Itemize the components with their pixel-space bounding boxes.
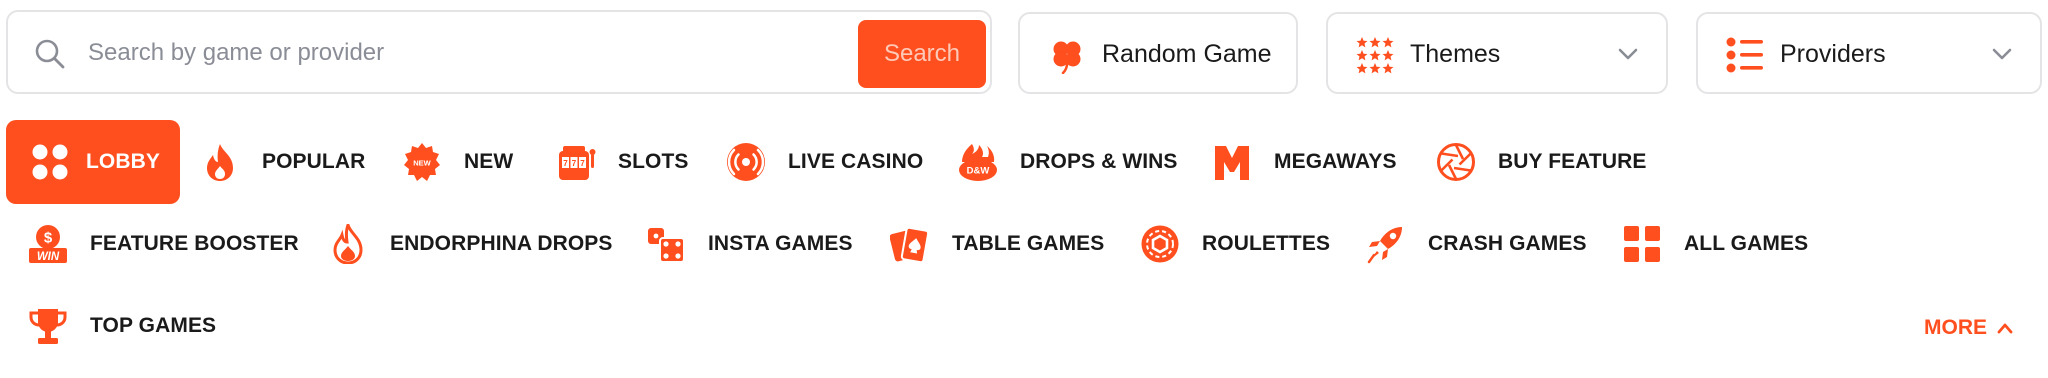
drops-wins-icon: D&W [959, 144, 997, 181]
fire-drop-icon [333, 224, 363, 264]
top-bar: Search Random Game Themes [6, 10, 2042, 96]
random-game-button[interactable]: Random Game [1018, 12, 1298, 94]
nav-item-roulettes[interactable]: ROULETTES [1140, 202, 1330, 286]
dice-icon [648, 228, 685, 263]
themes-dropdown[interactable]: Themes [1326, 12, 1668, 94]
nav-label: ENDORPHINA DROPS [390, 232, 613, 255]
providers-label: Providers [1780, 40, 1886, 68]
svg-text:7: 7 [563, 159, 568, 168]
nav-item-buy-feature[interactable]: BUY FEATURE [1436, 120, 1647, 204]
four-squares-icon [1624, 226, 1660, 262]
rocket-icon [1367, 227, 1402, 264]
nav-item-drops-wins[interactable]: D&W DROPS & WINS [958, 120, 1178, 204]
megaways-icon [1215, 146, 1249, 180]
flame-icon [207, 144, 233, 181]
search-button[interactable]: Search [858, 20, 986, 88]
live-broadcast-icon [727, 143, 765, 181]
playing-cards-icon [890, 226, 930, 264]
trophy-icon [29, 309, 67, 344]
nav-label: TOP GAMES [90, 314, 217, 337]
chevron-down-icon [1992, 48, 2012, 60]
nav-label: SLOTS [618, 150, 689, 173]
slot-machine-icon: 7 7 7 [559, 146, 596, 180]
nav-item-insta-games[interactable]: INSTA GAMES [646, 202, 853, 286]
dots-grid-icon [32, 144, 68, 180]
nav-item-live-casino[interactable]: LIVE CASINO [726, 120, 923, 204]
random-game-label: Random Game [1102, 40, 1272, 68]
nav-item-popular[interactable]: POPULAR [200, 120, 365, 204]
nav-item-feature-booster[interactable]: $ WIN FEATURE BOOSTER [28, 202, 299, 286]
nav-label: INSTA GAMES [708, 232, 853, 255]
clover-icon [1053, 41, 1081, 74]
aperture-icon [1437, 143, 1475, 181]
nav-label: DROPS & WINS [1020, 150, 1178, 173]
stars-grid-icon [1356, 37, 1394, 74]
nav-label: ALL GAMES [1684, 232, 1809, 255]
themes-label: Themes [1410, 40, 1501, 68]
nav-label: BUY FEATURE [1498, 150, 1647, 173]
search-icon [35, 39, 65, 69]
nav-label: FEATURE BOOSTER [90, 232, 299, 255]
nav-label: NEW [464, 150, 514, 173]
search-input[interactable] [88, 34, 848, 72]
nav-item-new[interactable]: NEW NEW [402, 120, 513, 204]
nav-item-megaways[interactable]: MEGAWAYS [1212, 120, 1397, 204]
nav-label: CRASH GAMES [1428, 232, 1587, 255]
nav-item-all-games[interactable]: ALL GAMES [1622, 202, 1808, 286]
nav-label: ROULETTES [1202, 232, 1331, 255]
nav-label: MEGAWAYS [1274, 150, 1397, 173]
chevron-down-icon [1618, 48, 1638, 60]
nav-item-table-games[interactable]: TABLE GAMES [890, 202, 1104, 286]
providers-dropdown[interactable]: Providers [1696, 12, 2042, 94]
nav-label: POPULAR [262, 150, 366, 173]
roulette-icon [1141, 225, 1179, 263]
nav-label: TABLE GAMES [952, 232, 1105, 255]
new-badge-icon: NEW [404, 143, 440, 181]
more-label: MORE [1924, 316, 1987, 339]
svg-text:D&W: D&W [967, 166, 990, 177]
nav-item-crash-games[interactable]: CRASH GAMES [1366, 202, 1587, 286]
svg-text:$: $ [44, 230, 53, 247]
svg-text:WIN: WIN [37, 251, 60, 263]
nav-label: LOBBY [86, 150, 160, 173]
nav-item-lobby[interactable]: LOBBY [6, 120, 180, 204]
more-toggle[interactable]: MORE [1924, 310, 2013, 346]
search-box: Search [6, 10, 992, 94]
nav-item-top-games[interactable]: TOP GAMES [28, 284, 216, 368]
nav-item-slots[interactable]: 7 7 7 SLOTS [556, 120, 689, 204]
svg-text:7: 7 [572, 159, 577, 168]
nav-item-endorphina-drops[interactable]: ENDORPHINA DROPS [328, 202, 613, 286]
svg-text:7: 7 [580, 159, 585, 168]
nav-label: LIVE CASINO [788, 150, 924, 173]
dollar-win-icon: $ WIN [29, 225, 67, 263]
svg-text:NEW: NEW [413, 159, 431, 168]
list-icon [1726, 37, 1763, 73]
chevron-up-icon [1997, 323, 2013, 334]
